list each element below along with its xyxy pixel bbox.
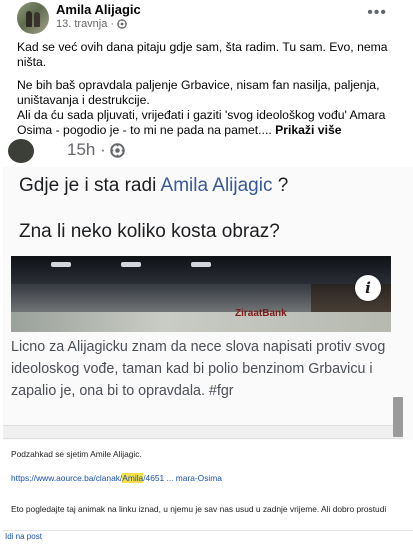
stadium-roof: [11, 256, 391, 284]
screenshot-post-header: 15h ·: [3, 139, 413, 167]
article-link: https://www.aource.ba/clanak/Amila/4651 …: [11, 473, 222, 483]
post-meta: 13. travnja ·: [56, 18, 127, 30]
email-excerpt: Podzahkad se sjetim Amile Alijagic. http…: [3, 440, 413, 546]
url-prefix: https://www.aource.ba/clanak/: [11, 473, 123, 483]
post-body: Kad se već ovih dana pitaju gdje sam, št…: [17, 40, 402, 138]
stadium-banner: [11, 312, 391, 332]
separator-dot: ·: [110, 18, 115, 30]
screenshot-question: Zna li neko koliko kosta obraz?: [19, 221, 280, 242]
url-suffix: /4651 ... mara-Osima: [143, 473, 222, 483]
post-header: Amila Alijagic 13. travnja · •••: [0, 0, 413, 34]
screenshot-question: Gdje je i sta radi Amila Alijagic ?: [19, 175, 288, 197]
avatar-figure: [26, 11, 32, 27]
url-highlight: Amila: [122, 473, 144, 483]
stadium-light: [51, 262, 71, 267]
divider-bar: [3, 425, 403, 439]
author-avatar[interactable]: [17, 2, 49, 34]
screenshot-timestamp: 15h ·: [67, 140, 125, 160]
see-more-link[interactable]: Prikaži više: [275, 123, 341, 137]
avatar-figure: [34, 12, 40, 27]
screenshot-time: 15h ·: [67, 140, 106, 159]
question-suffix: ?: [277, 175, 289, 196]
post-paragraph: Kad se već ovih dana pitaju gdje sam, št…: [17, 40, 388, 69]
post-paragraph: Ali da ću sada pljuvati, vrijeđati i gaz…: [17, 108, 402, 138]
go-to-post-link: Idi na post: [5, 532, 42, 541]
post-paragraph: Ne bih baš opravdala paljenje Grbavice, …: [17, 78, 380, 107]
screenshot-comment: Licno za Alijagicku znam da nece slova n…: [11, 339, 386, 399]
stadium-light: [121, 262, 141, 267]
divider: [3, 530, 413, 531]
author-name[interactable]: Amila Alijagic: [56, 2, 141, 17]
scrollbar-thumb: [393, 397, 403, 437]
email-line: Eto pogledajte taj animak na linku iznad…: [11, 504, 387, 514]
question-prefix: Gdje je i sta radi: [19, 175, 157, 196]
post-date[interactable]: 13. travnja: [56, 18, 107, 30]
sponsor-logo: ZiraatBank: [235, 308, 287, 319]
stadium-photo: ZiraatBank: [11, 256, 391, 332]
mentioned-profile-link: Amila Alijagic: [160, 175, 273, 196]
audience-settings-icon: [117, 19, 127, 29]
info-icon: i: [355, 275, 381, 301]
ellipsis-icon[interactable]: •••: [367, 4, 387, 22]
screenshot-avatar: [8, 139, 34, 163]
globe-icon: [109, 142, 125, 158]
email-line: Podzahkad se sjetim Amile Alijagic.: [11, 449, 142, 459]
embedded-screenshot[interactable]: 15h · Gdje je i sta radi Amila Alijagic …: [3, 139, 413, 546]
stadium-light: [191, 262, 211, 267]
